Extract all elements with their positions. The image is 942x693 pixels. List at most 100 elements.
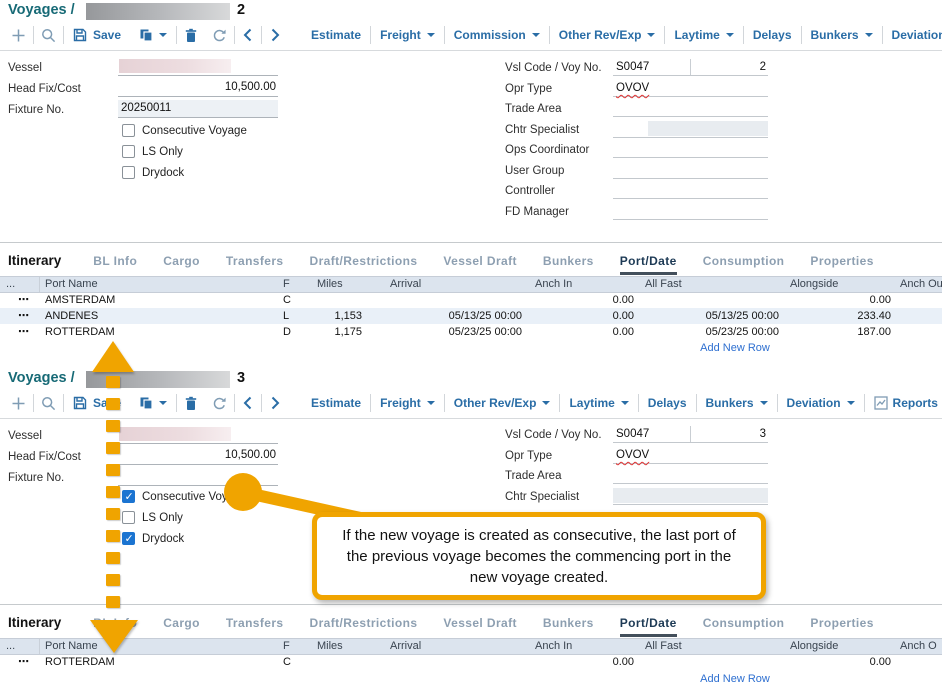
cell-miles: 1,175 xyxy=(305,324,368,340)
chtr-specialist-field[interactable] xyxy=(613,488,768,505)
cell-alongside: 233.40 xyxy=(785,308,897,324)
tab-vessel-draft[interactable]: Vessel Draft xyxy=(443,616,517,634)
deviation-menu[interactable]: Deviation xyxy=(883,23,942,47)
tab-transfers[interactable]: Transfers xyxy=(226,254,284,272)
cell-all-fast[interactable] xyxy=(640,292,785,308)
reports-menu[interactable]: Reports xyxy=(865,391,942,415)
drydock-checkbox[interactable]: Drydock xyxy=(122,165,184,180)
tab-properties[interactable]: Properties xyxy=(810,616,873,634)
row-menu-icon[interactable]: ⋯ xyxy=(0,324,40,340)
tab-draft-restrictions[interactable]: Draft/Restrictions xyxy=(310,616,418,634)
drydock-checkbox[interactable]: Drydock xyxy=(122,531,184,546)
tab-bunkers[interactable]: Bunkers xyxy=(543,616,594,634)
trash-icon xyxy=(184,396,198,411)
next-voyage-button[interactable] xyxy=(262,23,288,47)
tab-port-date[interactable]: Port/Date xyxy=(620,254,677,275)
refresh-button[interactable] xyxy=(205,391,234,415)
tab-bl-info[interactable]: BL Info xyxy=(93,254,137,272)
prev-voyage-button[interactable] xyxy=(235,391,261,415)
row-menu-icon[interactable]: ⋯ xyxy=(0,308,40,324)
checkbox-icon xyxy=(122,166,135,179)
trade-area-field[interactable] xyxy=(613,100,768,117)
cell-all-fast[interactable]: 05/13/25 00:00 xyxy=(640,308,785,324)
vsl-code-field[interactable]: S0047 3 xyxy=(613,426,768,443)
head-fix-field[interactable]: 10,500.00 xyxy=(118,447,278,465)
head-fix-field[interactable]: 10,500.00 xyxy=(118,79,278,97)
deviation-menu[interactable]: Deviation xyxy=(778,391,864,415)
commission-menu[interactable]: Commission xyxy=(445,23,549,47)
add-new-row-link[interactable]: Add New Row xyxy=(660,673,810,685)
ls-only-checkbox[interactable]: LS Only xyxy=(122,144,183,159)
ls-only-checkbox[interactable]: LS Only xyxy=(122,510,183,525)
page-title: Voyages / xyxy=(8,370,75,386)
add-new-row-link[interactable]: Add New Row xyxy=(660,342,810,354)
next-voyage-button[interactable] xyxy=(262,391,288,415)
delays-button[interactable]: Delays xyxy=(744,23,801,47)
user-group-field[interactable] xyxy=(613,162,768,179)
opr-type-field[interactable]: OVOV xyxy=(613,447,768,464)
fd-manager-field[interactable] xyxy=(613,203,768,220)
search-button[interactable] xyxy=(34,391,63,415)
tab-consumption[interactable]: Consumption xyxy=(703,616,785,634)
row-menu-icon[interactable]: ⋯ xyxy=(0,292,40,308)
tab-vessel-draft[interactable]: Vessel Draft xyxy=(443,254,517,272)
tab-consumption[interactable]: Consumption xyxy=(703,254,785,272)
tab-properties[interactable]: Properties xyxy=(810,254,873,272)
table-row[interactable]: ⋯ ROTTERDAM C 0.00 0.00 xyxy=(0,654,942,670)
laytime-menu[interactable]: Laytime xyxy=(560,391,637,415)
table-row[interactable]: ⋯ ROTTERDAM D 1,175 05/23/25 00:00 0.00 … xyxy=(0,324,942,340)
chtr-specialist-field[interactable] xyxy=(613,121,768,138)
table-row[interactable]: ⋯ AMSTERDAM C 0.00 0.00 xyxy=(0,292,942,308)
column-arrival: Arrival xyxy=(368,277,528,292)
cell-port-name: AMSTERDAM xyxy=(40,292,280,308)
checkbox-label: LS Only xyxy=(142,146,183,158)
opr-type-field[interactable]: OVOV xyxy=(613,80,768,97)
bunkers-menu[interactable]: Bunkers xyxy=(697,391,777,415)
delete-button[interactable] xyxy=(177,23,205,47)
tab-port-date[interactable]: Port/Date xyxy=(620,616,677,637)
prev-voyage-button[interactable] xyxy=(235,23,261,47)
cell-f: C xyxy=(280,292,305,308)
tab-cargo[interactable]: Cargo xyxy=(163,254,200,272)
trade-area-field[interactable] xyxy=(613,467,768,484)
fixture-no-label: Fixture No. xyxy=(8,104,64,116)
consecutive-voyage-checkbox[interactable]: Consecutive Voyage xyxy=(122,123,247,138)
other-rev-exp-menu[interactable]: Other Rev/Exp xyxy=(550,23,665,47)
vessel-field[interactable] xyxy=(118,426,278,444)
tab-cargo[interactable]: Cargo xyxy=(163,616,200,634)
tab-draft-restrictions[interactable]: Draft/Restrictions xyxy=(310,254,418,272)
cell-all-fast[interactable]: 05/23/25 00:00 xyxy=(640,324,785,340)
itinerary-table-header: ... Port Name F Miles Arrival Anch In Al… xyxy=(0,276,942,293)
estimate-button[interactable]: Estimate xyxy=(302,391,370,415)
copy-button[interactable] xyxy=(130,391,176,415)
cell-all-fast[interactable] xyxy=(640,654,785,670)
toolbar: Save Estimate Freight xyxy=(4,22,942,48)
refresh-button[interactable] xyxy=(205,23,234,47)
fixture-no-field[interactable]: 20250011 xyxy=(118,100,278,118)
copy-button[interactable] xyxy=(130,23,176,47)
estimate-button[interactable]: Estimate xyxy=(302,23,370,47)
chevron-down-icon xyxy=(621,401,629,405)
freight-menu[interactable]: Freight xyxy=(371,391,444,415)
vsl-code-field[interactable]: S0047 2 xyxy=(613,59,768,76)
laytime-menu[interactable]: Laytime xyxy=(665,23,742,47)
new-button[interactable] xyxy=(4,23,33,47)
new-button[interactable] xyxy=(4,391,33,415)
save-button[interactable]: Save xyxy=(64,391,130,415)
bunkers-menu[interactable]: Bunkers xyxy=(802,23,882,47)
controller-field[interactable] xyxy=(613,182,768,199)
vessel-field[interactable] xyxy=(118,58,278,76)
delays-button[interactable]: Delays xyxy=(639,391,696,415)
trade-area-label: Trade Area xyxy=(505,103,561,115)
other-rev-exp-menu[interactable]: Other Rev/Exp xyxy=(445,391,560,415)
save-button[interactable]: Save xyxy=(64,23,130,47)
freight-menu[interactable]: Freight xyxy=(371,23,444,47)
tab-transfers[interactable]: Transfers xyxy=(226,616,284,634)
tab-bunkers[interactable]: Bunkers xyxy=(543,254,594,272)
table-row[interactable]: ⋯ ANDENES L 1,153 05/13/25 00:00 0.00 05… xyxy=(0,308,942,324)
ops-coordinator-field[interactable] xyxy=(613,141,768,158)
row-menu-icon[interactable]: ⋯ xyxy=(0,654,40,670)
chart-icon xyxy=(874,396,888,410)
search-button[interactable] xyxy=(34,23,63,47)
delete-button[interactable] xyxy=(177,391,205,415)
